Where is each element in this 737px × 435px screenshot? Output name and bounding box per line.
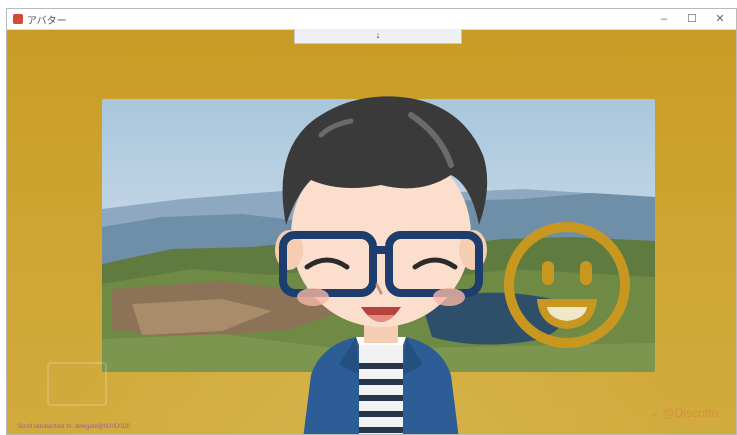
maximize-button[interactable]: ☐ — [678, 11, 706, 27]
title-bar[interactable]: アバター – ☐ ✕ — [7, 9, 736, 30]
footer-caption: Scroll sidebar/text to: delegate@0D0D0D0 — [17, 424, 131, 430]
app-icon — [13, 14, 23, 24]
footer-brand: → @Discotto — [647, 406, 718, 420]
cartoon-avatar — [261, 75, 501, 434]
window-title: アバター — [27, 16, 67, 27]
app-window: アバター – ☐ ✕ Scroll sidebar/text to: deleg… — [6, 8, 737, 435]
video-stage: Scroll sidebar/text to: delegate@0D0D0D0… — [7, 30, 736, 434]
screen-share-bar[interactable]: ↓ — [294, 29, 462, 44]
close-button[interactable]: ✕ — [706, 11, 734, 27]
minimize-button[interactable]: – — [650, 11, 678, 27]
pin-icon[interactable]: ↓ — [295, 29, 461, 42]
laughing-face-icon — [504, 222, 630, 348]
watermark-logo — [47, 362, 107, 406]
